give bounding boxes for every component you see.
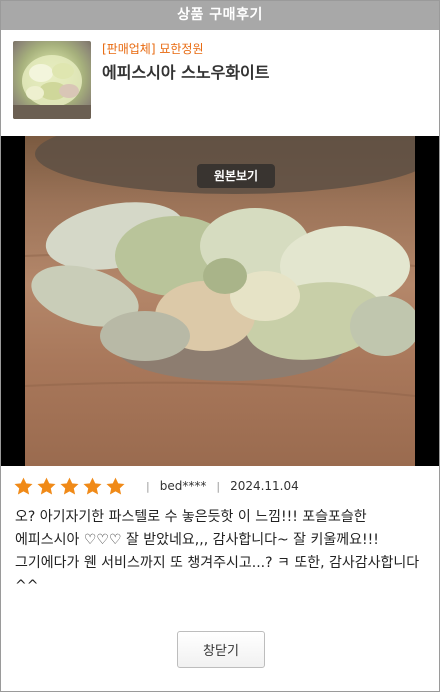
star-rating — [13, 476, 126, 497]
popup-title: 상품 구매후기 — [1, 1, 439, 30]
view-original-button[interactable]: 원본보기 — [197, 164, 275, 188]
product-name[interactable]: 에피스시아 스노우화이트 — [102, 61, 270, 85]
star-icon — [14, 477, 33, 495]
meta-divider: | — [146, 479, 150, 493]
review-popup: 상품 구매후기 [판매업체] 묘한정원 에피스시아 스노우화이트 원본보기 | … — [0, 0, 440, 692]
star-icon — [83, 477, 102, 495]
seller-label[interactable]: [판매업체] 묘한정원 — [102, 41, 204, 57]
product-thumbnail — [13, 41, 91, 119]
star-icon — [37, 477, 56, 495]
close-window-button[interactable]: 창닫기 — [177, 631, 265, 668]
review-text: 오? 아기자기한 파스텔로 수 놓은듯핫 이 느낌!!! 포슬포슬한 에피스시아… — [15, 509, 420, 594]
star-icon — [60, 477, 79, 495]
review-date: 2024.11.04 — [230, 479, 299, 493]
review-meta: | bed**** | 2024.11.04 — [13, 475, 299, 497]
review-photo[interactable]: 원본보기 — [25, 136, 415, 466]
product-info: [판매업체] 묘한정원 에피스시아 스노우화이트 — [13, 41, 427, 121]
review-author: bed**** — [159, 479, 207, 493]
meta-divider: | — [216, 479, 221, 493]
star-icon — [106, 477, 125, 495]
review-photo-frame: 원본보기 — [1, 136, 439, 466]
